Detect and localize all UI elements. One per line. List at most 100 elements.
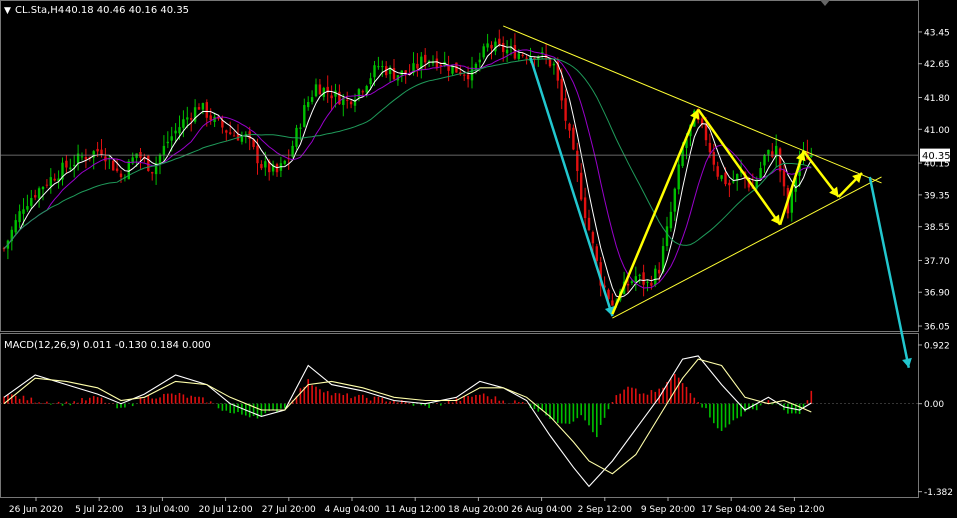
macd-tick-label: 0.922 (924, 341, 950, 351)
candle-body (303, 105, 306, 127)
candle-body (638, 274, 641, 276)
candle-body (283, 160, 286, 164)
candle-body (34, 195, 37, 198)
candle-body (564, 98, 567, 121)
candle-body (724, 172, 727, 185)
candle-body (517, 53, 520, 59)
symbol-label: CL.Sta,H4 (15, 5, 64, 16)
candle-body (166, 141, 169, 144)
candle-body (361, 91, 364, 93)
candle-body (626, 283, 630, 286)
candle-body (162, 145, 166, 155)
candle-body (232, 135, 236, 137)
candle-body (463, 74, 466, 76)
candle-body (435, 58, 439, 68)
trading-chart[interactable]: 43.4542.6541.8041.0040.1539.3538.5537.70… (0, 0, 957, 518)
candle-body (80, 156, 84, 158)
candle-body (416, 63, 419, 69)
price-tick-label: 41.00 (924, 126, 950, 136)
candle-body (576, 150, 579, 172)
candle-body (732, 181, 735, 183)
time-tick-label: 20 Jul 12:00 (199, 505, 253, 515)
candle-body (314, 84, 318, 97)
time-tick-label: 17 Sep 04:00 (701, 505, 761, 515)
candle-body (151, 172, 154, 174)
candle-body (759, 168, 762, 179)
time-tick-label: 4 Aug 04:00 (325, 505, 380, 515)
candle-body (186, 117, 189, 120)
candle-body (53, 178, 56, 181)
candle-body (654, 268, 657, 286)
candle-body (521, 54, 524, 56)
candle-body (37, 188, 41, 199)
candle-body (197, 107, 201, 110)
time-tick-label: 18 Aug 20:00 (448, 505, 509, 515)
candle-body (611, 300, 614, 306)
price-tick-label: 36.05 (924, 323, 950, 333)
current-price-label: 40.35 (922, 151, 951, 162)
candle-body (771, 151, 774, 157)
time-tick-label: 2 Sep 12:00 (578, 505, 633, 515)
candle-body (178, 127, 181, 134)
price-tick-label: 39.35 (924, 191, 950, 201)
candle-body (763, 155, 766, 166)
time-tick-label: 5 Jul 22:00 (75, 505, 124, 515)
candle-body (650, 282, 653, 286)
macd-tick-label: 0.00 (924, 400, 944, 410)
candle-body (669, 211, 673, 229)
candle-body (190, 118, 193, 120)
candle-body (377, 66, 380, 68)
candle-body (299, 127, 302, 129)
candle-body (256, 145, 259, 164)
time-tick-label: 9 Sep 20:00 (641, 505, 696, 515)
candle-body (716, 166, 719, 177)
candle-body (591, 232, 595, 244)
time-tick-label: 27 Jul 20:00 (262, 505, 316, 515)
candle-body (381, 66, 384, 68)
candle-body (30, 197, 33, 206)
candle-body (209, 115, 212, 121)
candle-body (112, 160, 115, 171)
candle-body (646, 281, 649, 283)
time-tick-label: 26 Aug 04:00 (511, 505, 572, 515)
price-tick-label: 37.70 (924, 257, 950, 267)
menu-triangle-icon[interactable]: ▼ (4, 6, 11, 16)
candle-body (170, 136, 173, 141)
candle-body (478, 59, 481, 63)
candle-body (158, 154, 162, 164)
candle-body (439, 64, 442, 66)
candle-body (96, 148, 99, 152)
candle-body (369, 78, 372, 85)
candle-body (708, 142, 712, 153)
price-tick-label: 36.90 (924, 289, 950, 299)
candle-body (174, 130, 177, 134)
candle-body (69, 167, 72, 170)
candle-body (580, 172, 583, 200)
candle-body (365, 86, 368, 93)
candle-body (65, 160, 68, 168)
candle-body (373, 65, 376, 78)
candle-body (318, 84, 322, 95)
candle-body (630, 281, 634, 283)
candle-body (225, 130, 228, 133)
candle-body (264, 161, 267, 168)
candle-body (568, 123, 571, 131)
candle-body (330, 95, 333, 99)
candle-body (810, 155, 813, 157)
candle-body (201, 103, 205, 110)
candle-body (474, 63, 478, 71)
macd-header: MACD(12,26,9) 0.011 -0.130 0.184 0.000 (4, 340, 211, 351)
candle-body (658, 269, 661, 274)
candle-body (49, 177, 52, 186)
candle-body (704, 123, 708, 141)
candle-body (466, 74, 470, 80)
candle-body (41, 187, 45, 190)
price-tick-label: 38.55 (924, 223, 950, 233)
candle-body (115, 168, 119, 171)
time-tick-label: 11 Aug 12:00 (385, 505, 446, 515)
candle-body (26, 206, 29, 210)
candle-body (260, 164, 263, 169)
candle-body (728, 182, 731, 186)
candle-body (84, 156, 88, 160)
time-tick-label: 24 Sep 12:00 (764, 505, 824, 515)
